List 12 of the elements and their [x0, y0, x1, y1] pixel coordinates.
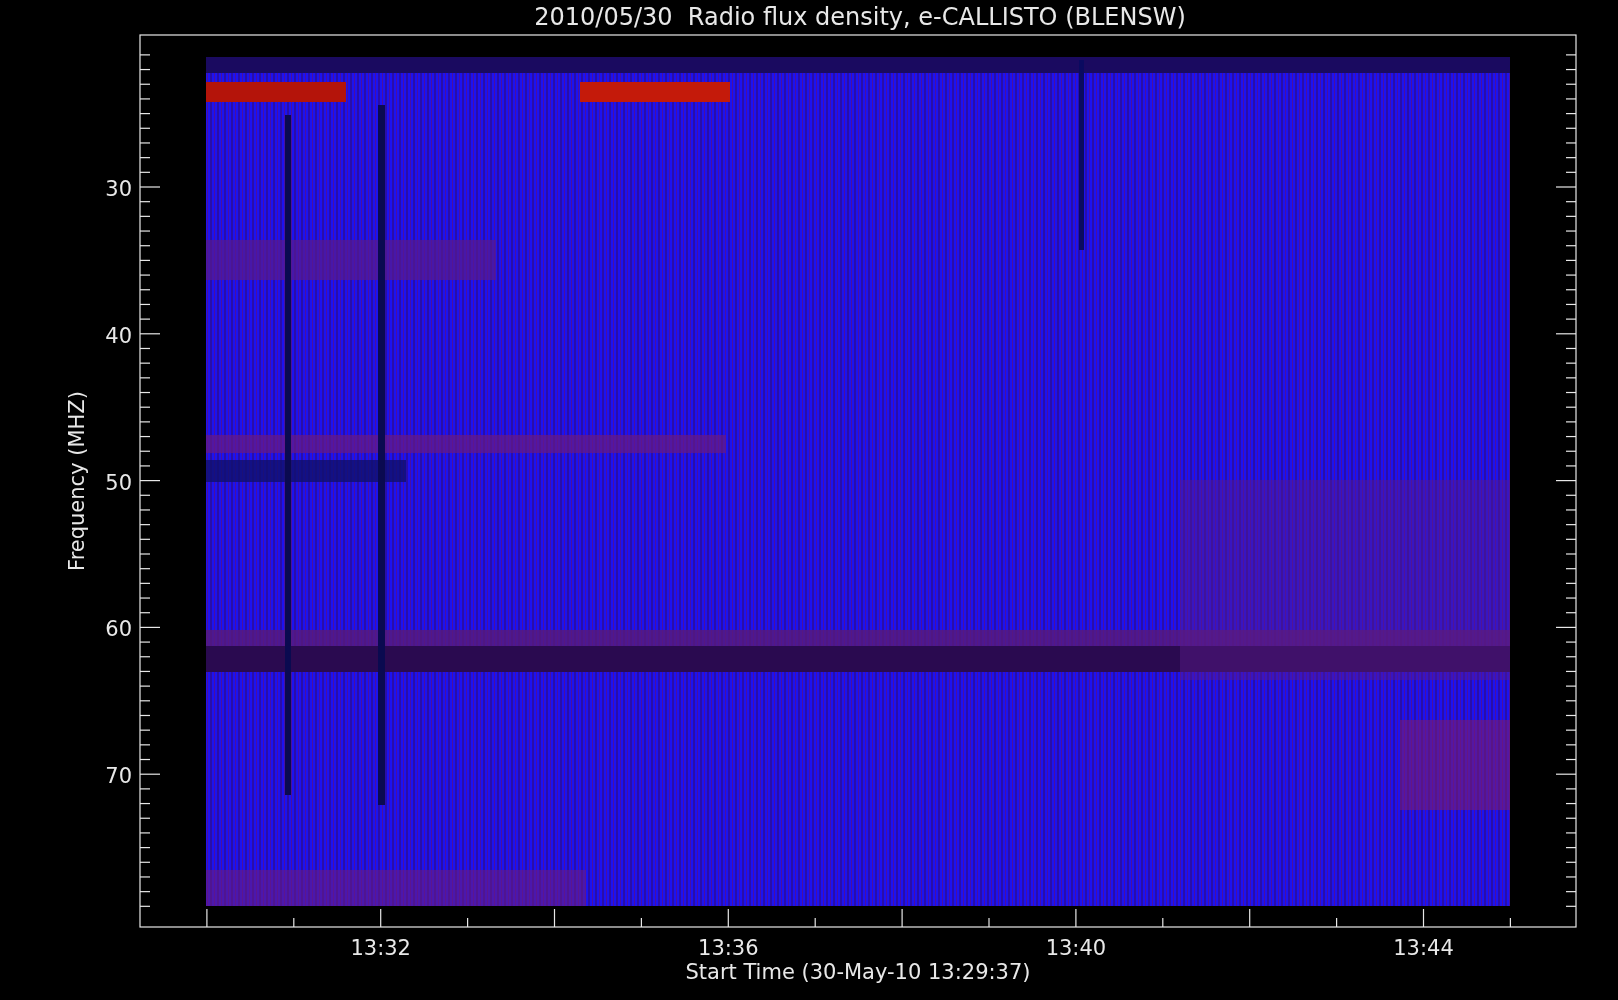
tick-label: 13:36 — [698, 936, 759, 960]
tick-label: 40 — [105, 323, 132, 348]
tick-label: 13:40 — [1045, 936, 1107, 960]
tick-label: 13:32 — [350, 936, 411, 960]
tick-label: 70 — [105, 764, 132, 789]
tick-label: 60 — [105, 617, 132, 642]
tick-label: 50 — [105, 470, 132, 495]
axis-label: Frequency (MHZ) — [65, 391, 89, 571]
axis-label: Start Time (30-May-10 13:29:37) — [685, 960, 1031, 984]
chart-title: 2010/05/30 Radio flux density, e-CALLISTO (BLENSW) — [534, 3, 1186, 31]
tick-label: 30 — [105, 177, 132, 201]
tick-label: 13:44 — [1393, 936, 1454, 960]
